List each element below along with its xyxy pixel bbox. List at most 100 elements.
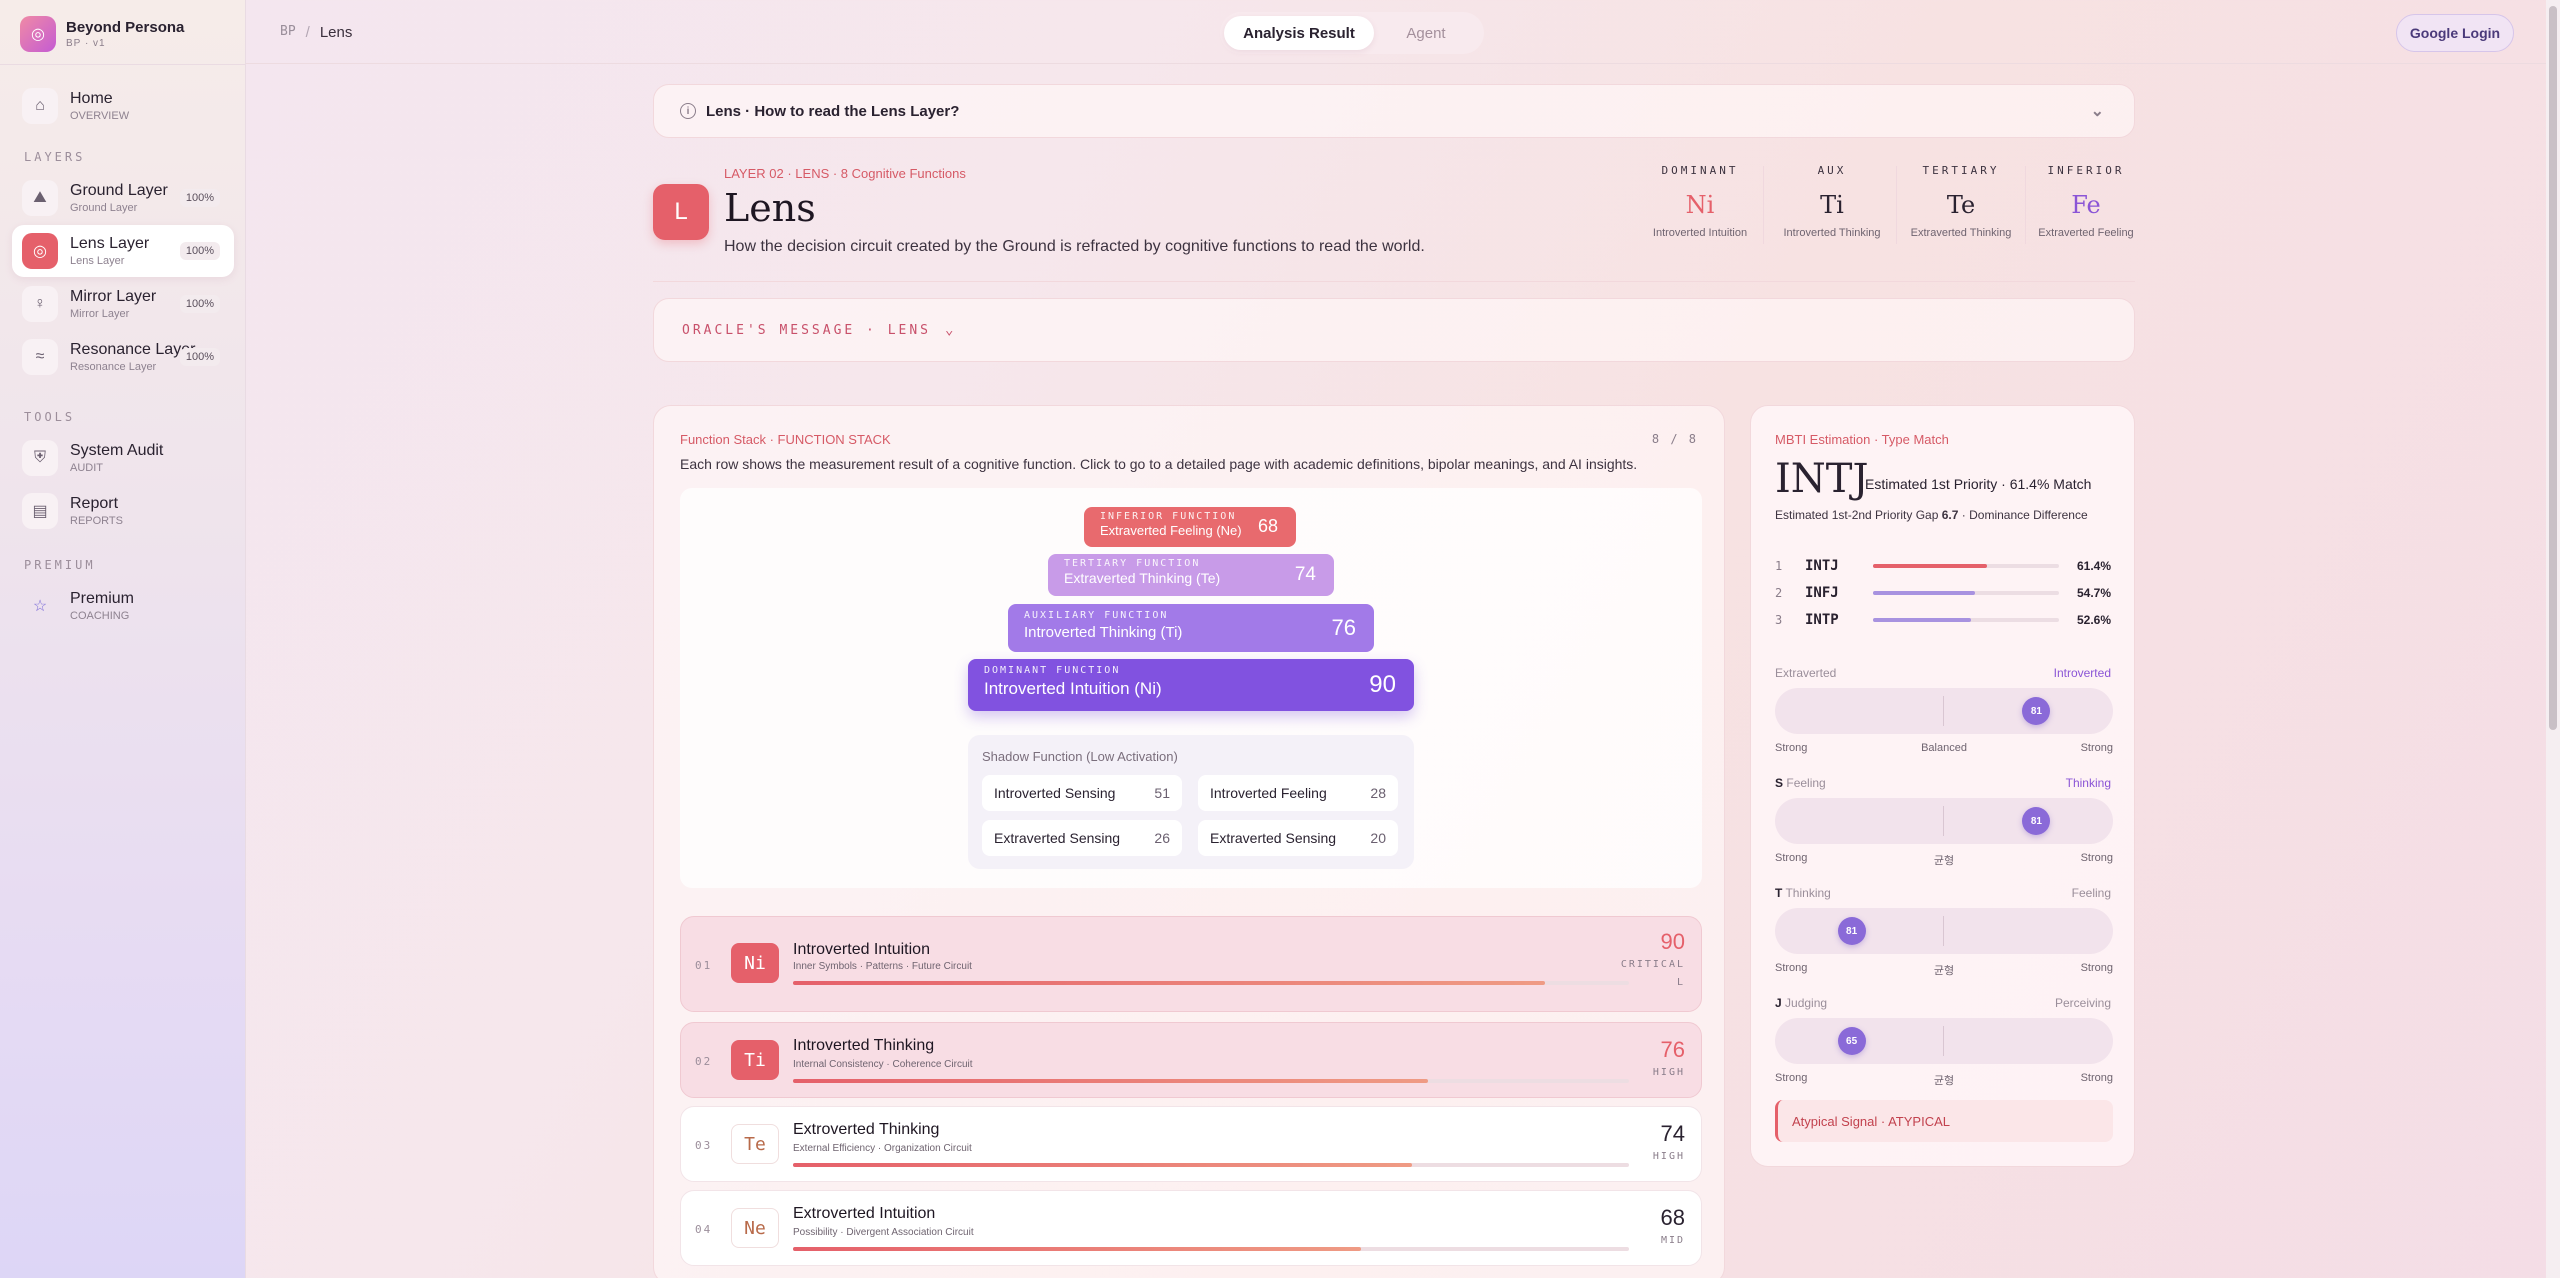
inferior-function: INFERIOR Fe Extraverted Feeling bbox=[2020, 164, 2152, 239]
axis-letter: J bbox=[1775, 996, 1782, 1010]
function-name: Extraverted Thinking bbox=[1910, 227, 2012, 239]
gap-label: Estimated 1st-2nd Priority Gap bbox=[1775, 508, 1939, 522]
pyramid-dominant[interactable]: DOMINANT FUNCTION Introverted Intuition … bbox=[968, 659, 1414, 711]
nav-title: Home bbox=[70, 90, 113, 107]
divider bbox=[0, 64, 246, 65]
axis-footer: Strong 균형 Strong bbox=[1775, 1072, 2113, 1088]
divider bbox=[1763, 166, 1764, 244]
topbar: BP / Lens Analysis Result Agent Google L… bbox=[246, 0, 2546, 64]
function-subtitle: Internal Consistency · Coherence Circuit bbox=[793, 1059, 973, 1070]
sidebar-item-system-audit[interactable]: ⛨ System Audit AUDIT bbox=[12, 432, 234, 484]
axis-foot-left: Strong bbox=[1775, 742, 1808, 754]
card-kicker: Function Stack · FUNCTION STACK bbox=[680, 432, 891, 447]
nav-sub: AUDIT bbox=[70, 462, 103, 474]
sidebar-item-report[interactable]: ▤ Report REPORTS bbox=[12, 485, 234, 537]
axis-foot-left: Strong bbox=[1775, 962, 1808, 974]
function-row-ne[interactable]: 04 Ne Extroverted Intuition Possibility … bbox=[680, 1190, 1702, 1266]
tab-agent[interactable]: Agent bbox=[1374, 16, 1478, 50]
function-code-badge: Ne bbox=[731, 1208, 779, 1248]
brand[interactable]: ◎ Beyond Persona BP · v1 bbox=[20, 16, 184, 52]
axis-header: T Thinking Feeling bbox=[1775, 886, 2111, 900]
axis-foot-right: Strong bbox=[2080, 962, 2113, 974]
pyramid-kind: TERTIARY FUNCTION bbox=[1064, 558, 1201, 569]
function-name: Introverted Intuition bbox=[793, 941, 930, 958]
shadow-function-value: 26 bbox=[1154, 830, 1170, 846]
shadow-function-cell[interactable]: Extraverted Sensing 26 bbox=[982, 820, 1182, 856]
function-code: Fe bbox=[2071, 191, 2101, 219]
shadow-function-cell[interactable]: Extraverted Sensing 20 bbox=[1198, 820, 1398, 856]
pyramid-tertiary[interactable]: TERTIARY FUNCTION Extraverted Thinking (… bbox=[1048, 554, 1334, 596]
score-bar bbox=[793, 1079, 1629, 1083]
shadow-function-cell[interactable]: Introverted Feeling 28 bbox=[1198, 775, 1398, 811]
atypical-signal[interactable]: Atypical Signal · ATYPICAL bbox=[1775, 1100, 2113, 1142]
progress-badge: 100% bbox=[179, 348, 220, 366]
axis-handle[interactable]: 81 bbox=[2022, 697, 2051, 725]
section-label-tools: TOOLS bbox=[24, 410, 76, 424]
axis-midline bbox=[1943, 916, 1944, 946]
nav-sub: Ground Layer bbox=[70, 202, 138, 214]
axis-right-label: Thinking bbox=[2065, 776, 2111, 790]
axis-handle[interactable]: 65 bbox=[1837, 1027, 1866, 1055]
nav-title: Premium bbox=[70, 590, 135, 607]
page-description: How the decision circuit created by the … bbox=[724, 238, 1425, 255]
function-row-ni[interactable]: 01 Ni Introverted Intuition Inner Symbol… bbox=[680, 916, 1702, 1012]
scrollbar[interactable] bbox=[2546, 0, 2560, 1278]
breadcrumb: BP / Lens bbox=[280, 24, 352, 41]
pyramid-value: 76 bbox=[1331, 615, 1356, 640]
google-login-button[interactable]: Google Login bbox=[2396, 14, 2514, 52]
shield-icon: ⛨ bbox=[22, 440, 58, 476]
mbti-gap: Estimated 1st-2nd Priority Gap 6.7 · Dom… bbox=[1775, 508, 2088, 522]
axis-letter: S bbox=[1775, 776, 1784, 790]
score-bar-fill bbox=[793, 1247, 1362, 1251]
rank-number: 1 bbox=[1775, 559, 1783, 573]
tab-analysis-result[interactable]: Analysis Result bbox=[1224, 16, 1374, 50]
breadcrumb-root[interactable]: BP bbox=[280, 24, 296, 41]
sidebar-item-ground-layer[interactable]: ⛰ Ground Layer Ground Layer 100% bbox=[12, 172, 234, 224]
pyramid-kind: AUXILIARY FUNCTION bbox=[1024, 610, 1169, 621]
shadow-function-name: Extraverted Sensing bbox=[994, 830, 1121, 846]
axis-slider[interactable]: 81 bbox=[1775, 688, 2113, 734]
nav-sub: Lens Layer bbox=[70, 255, 125, 267]
axis-left-label: J Judging bbox=[1775, 996, 1827, 1010]
mountain-icon: ⛰ bbox=[22, 180, 58, 216]
how-to-text: Lens · How to read the Lens Layer? bbox=[706, 102, 960, 120]
shadow-function-name: Introverted Sensing bbox=[994, 785, 1116, 801]
how-to-accordion[interactable]: i Lens · How to read the Lens Layer? ⌄ bbox=[653, 84, 2135, 138]
rank-bar bbox=[1873, 618, 2059, 622]
function-name: Extroverted Intuition bbox=[793, 1205, 936, 1222]
document-icon: ▤ bbox=[22, 493, 58, 529]
rank-bar-fill bbox=[1873, 591, 1975, 595]
axis-slider[interactable]: 81 bbox=[1775, 798, 2113, 844]
function-row-ti[interactable]: 02 Ti Introverted Thinking Internal Cons… bbox=[680, 1022, 1702, 1098]
oracle-message-toggle[interactable]: ORACLE'S MESSAGE · LENS ⌄ bbox=[653, 298, 2135, 362]
axis-handle[interactable]: 81 bbox=[1837, 917, 1866, 945]
axis-handle[interactable]: 81 bbox=[2022, 807, 2051, 835]
axis-footer: Strong 균형 Strong bbox=[1775, 852, 2113, 868]
score-level: CRITICAL bbox=[1620, 959, 1685, 970]
axis-foot-right: Strong bbox=[2080, 742, 2113, 754]
pyramid-inferior[interactable]: INFERIOR FUNCTION Extraverted Feeling (N… bbox=[1084, 507, 1296, 547]
function-name: Extraverted Feeling bbox=[2038, 227, 2134, 239]
sidebar-item-mirror-layer[interactable]: ♀ Mirror Layer Mirror Layer 100% bbox=[12, 278, 234, 330]
sidebar-item-home[interactable]: ⌂ Home OVERVIEW bbox=[12, 80, 234, 132]
pyramid-auxiliary[interactable]: AUXILIARY FUNCTION Introverted Thinking … bbox=[1008, 604, 1374, 652]
sidebar-item-lens-layer[interactable]: ◎ Lens Layer Lens Layer 100% bbox=[12, 225, 234, 277]
sidebar-item-resonance-layer[interactable]: ≈ Resonance Layer Resonance Layer 100% bbox=[12, 331, 234, 383]
rank-type: INTJ bbox=[1805, 558, 1839, 574]
shadow-function-cell[interactable]: Introverted Sensing 51 bbox=[982, 775, 1182, 811]
function-row-te[interactable]: 03 Te Extroverted Thinking External Effi… bbox=[680, 1106, 1702, 1182]
axis-slider[interactable]: 65 bbox=[1775, 1018, 2113, 1064]
rank-row: 1 INTJ 61.4% bbox=[1775, 556, 2111, 576]
axis-footer: Strong Balanced Strong bbox=[1775, 742, 2113, 754]
oracle-label: ORACLE'S MESSAGE · LENS bbox=[682, 322, 932, 338]
nav-sub: REPORTS bbox=[70, 515, 123, 527]
nav-title: Lens Layer bbox=[70, 235, 150, 252]
rank-number: 3 bbox=[1775, 613, 1783, 627]
score-bar bbox=[793, 981, 1629, 985]
nav-title: Resonance Layer bbox=[70, 341, 196, 358]
mbti-type: INTJ bbox=[1775, 456, 1869, 502]
scrollbar-thumb[interactable] bbox=[2549, 6, 2557, 730]
axis-slider[interactable]: 81 bbox=[1775, 908, 2113, 954]
sidebar-item-premium[interactable]: ☆ Premium COACHING bbox=[12, 580, 234, 632]
function-code-badge: Ni bbox=[731, 943, 779, 983]
